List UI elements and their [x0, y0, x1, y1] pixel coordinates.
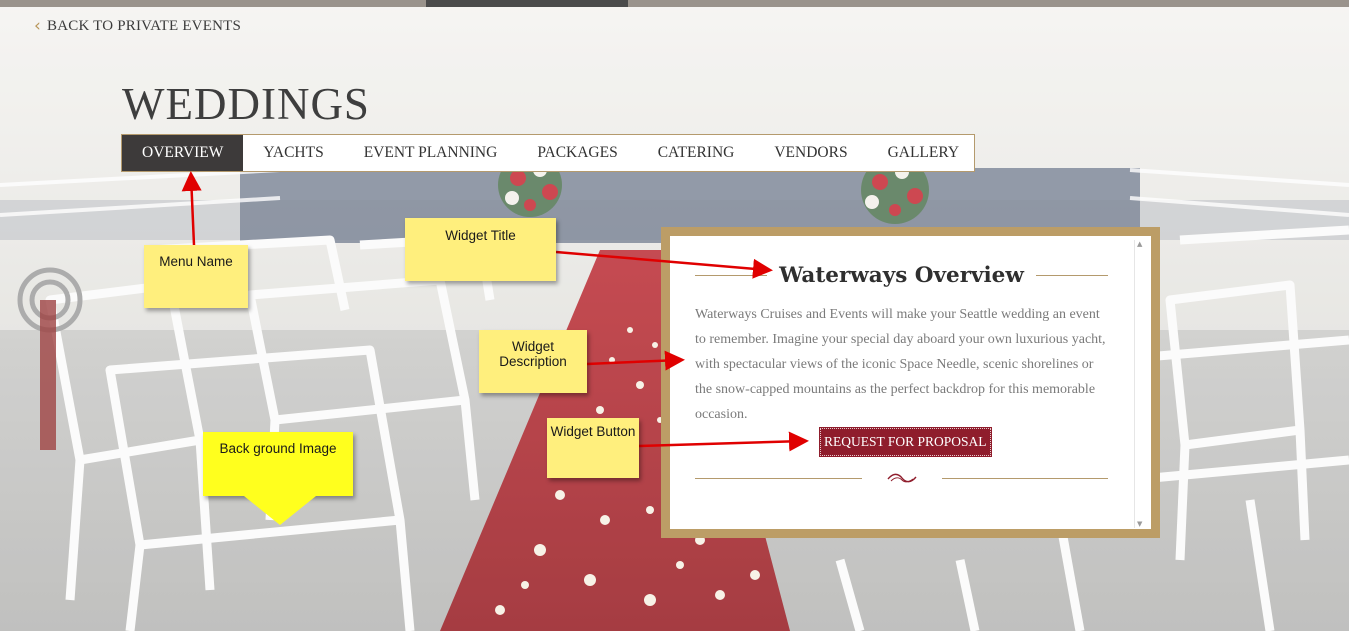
tab-yachts[interactable]: YACHTS — [243, 135, 343, 171]
top-bar-tab — [426, 0, 628, 7]
top-bar — [0, 0, 1349, 7]
scroll-down-icon[interactable]: ▼ — [1137, 520, 1142, 528]
annotation-widget-title: Widget Title — [405, 218, 556, 281]
annotation-widget-button: Widget Button — [547, 418, 639, 478]
back-link-label: BACK TO PRIVATE EVENTS — [47, 18, 242, 34]
widget-panel: Waterways Overview Waterways Cruises and… — [670, 236, 1151, 529]
widget-scrollbar[interactable]: ▲ ▼ — [1134, 240, 1145, 528]
scroll-up-icon[interactable]: ▲ — [1137, 240, 1142, 248]
tab-vendors[interactable]: VENDORS — [754, 135, 867, 171]
annotation-background-image: Back ground Image — [203, 432, 353, 496]
flourish-icon — [862, 471, 942, 485]
chevron-left-icon: ‹ — [34, 16, 41, 36]
title-rule-left — [695, 274, 768, 276]
widget-title-row: Waterways Overview — [695, 260, 1108, 290]
widget-divider — [695, 468, 1108, 488]
back-to-private-events-link[interactable]: ‹ BACK TO PRIVATE EVENTS — [34, 18, 241, 35]
tab-event-planning[interactable]: EVENT PLANNING — [344, 135, 518, 171]
widget-title: Waterways Overview — [779, 262, 1024, 288]
tab-overview[interactable]: OVERVIEW — [122, 135, 244, 171]
menu-bar: OVERVIEW YACHTS EVENT PLANNING PACKAGES … — [121, 134, 975, 172]
tab-gallery[interactable]: GALLERY — [868, 135, 979, 171]
request-for-proposal-button[interactable]: REQUEST FOR PROPOSAL — [819, 427, 992, 457]
tab-packages[interactable]: PACKAGES — [517, 135, 637, 171]
overview-widget: Waterways Overview Waterways Cruises and… — [661, 227, 1160, 538]
divider-rule-left — [695, 477, 862, 479]
page-title: WEDDINGS — [122, 79, 370, 129]
tab-catering[interactable]: CATERING — [638, 135, 755, 171]
annotation-widget-description: Widget Description — [479, 330, 587, 393]
annotation-menu-name: Menu Name — [144, 245, 248, 308]
widget-description: Waterways Cruises and Events will make y… — [695, 307, 1106, 422]
title-rule-right — [1035, 274, 1108, 276]
annotation-background-pointer — [244, 496, 316, 525]
divider-rule-right — [941, 477, 1108, 479]
